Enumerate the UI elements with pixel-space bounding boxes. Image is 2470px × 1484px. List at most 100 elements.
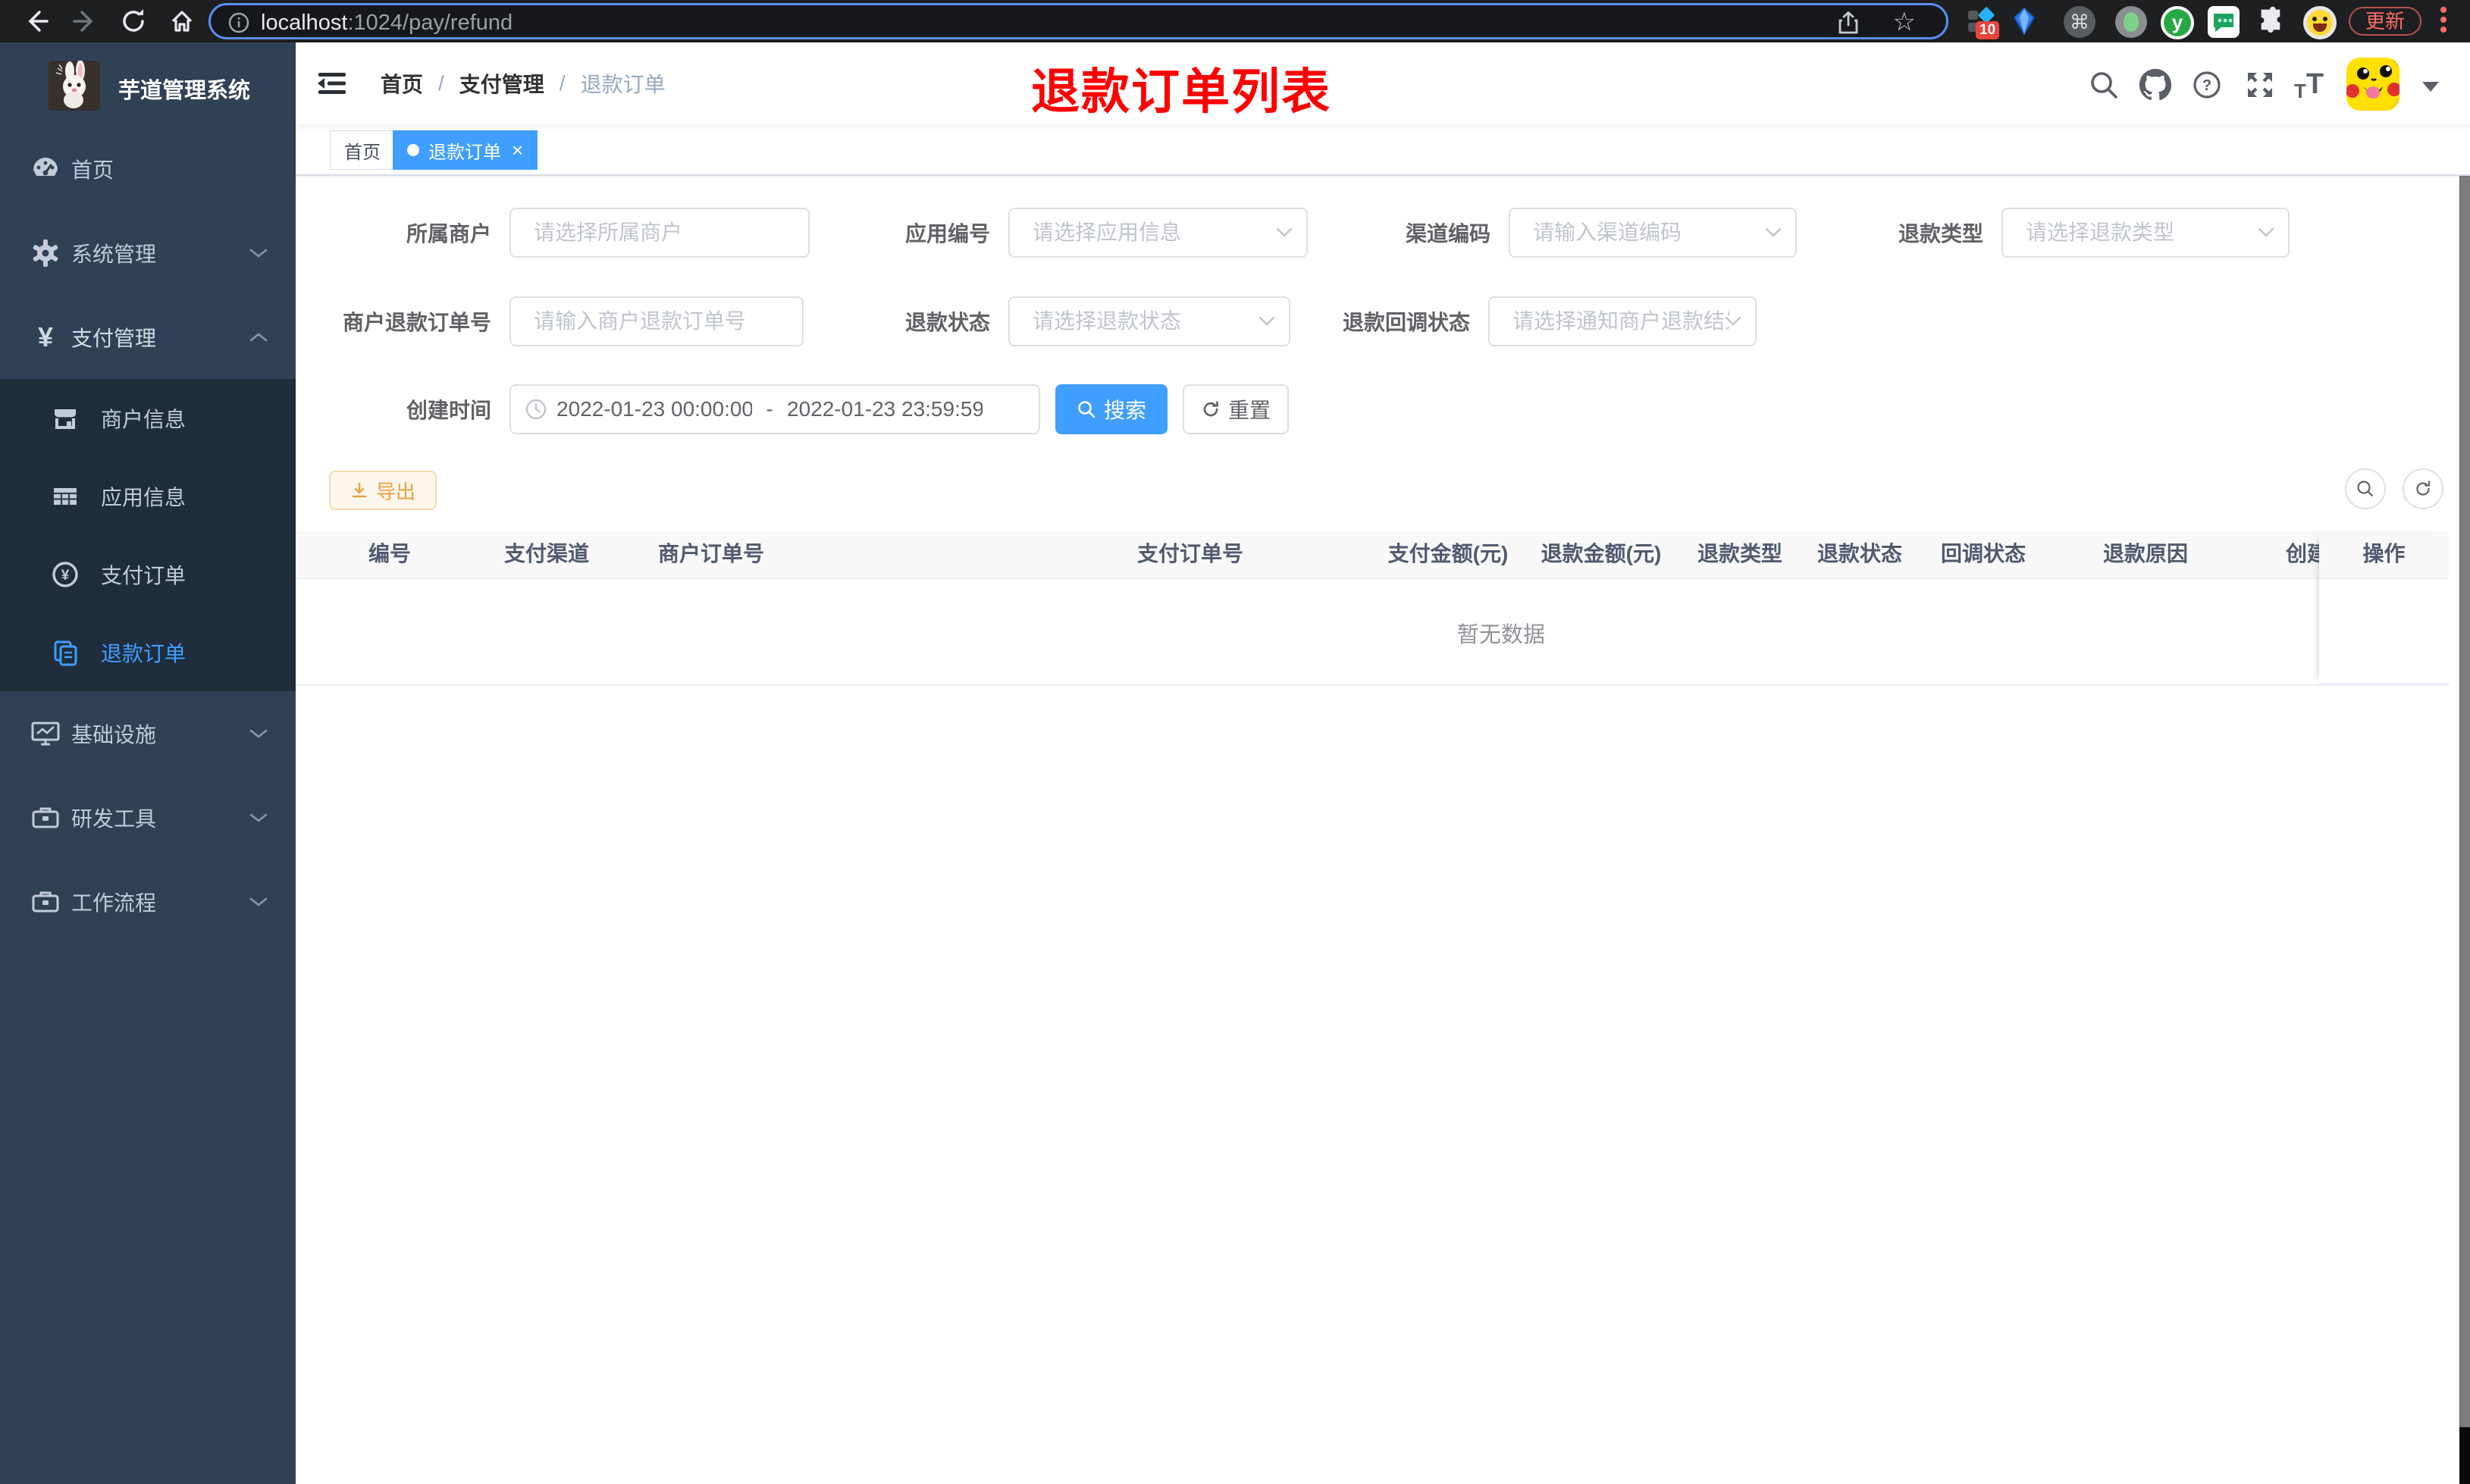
notify-status-select[interactable] [1488,296,1757,346]
sidebar-item-devtools[interactable]: 研发工具 [0,775,296,859]
help-icon[interactable]: ? [2190,68,2224,102]
extensions-puzzle-icon[interactable] [2255,6,2285,36]
extension-badge: 10 [1976,21,2000,39]
clock-icon [525,398,547,421]
sidebar-item-label: 退款订单 [101,641,187,665]
filter-label: 退款状态 [904,311,990,334]
sidebar-item-workflow[interactable]: 工作流程 [0,859,296,944]
extension-y-icon[interactable]: y [2161,6,2194,39]
user-avatar[interactable] [2346,58,2399,111]
tag-refund-order[interactable]: 退款订单 × [393,130,538,170]
merchant-refund-no-input[interactable] [509,296,804,346]
url-text[interactable]: localhost:1024/pay/refund [261,11,512,36]
avatar-caret-icon[interactable] [2422,82,2439,92]
chevron-down-icon [249,728,268,740]
filter-label: 渠道编码 [1405,222,1490,246]
page-scrollbar[interactable] [2459,42,2470,1427]
reset-button[interactable]: 重置 [1183,384,1289,434]
app-select-field[interactable] [1010,209,1306,256]
tag-label: 首页 [344,142,381,163]
sidebar-item-refund-order[interactable]: 退款订单 [0,613,296,691]
app-select[interactable] [1008,208,1308,258]
yen-icon: ¥ [37,321,54,352]
col-header: 退款原因 [2102,542,2189,565]
search-icon [1077,399,1096,419]
filter-refund-status: 退款状态 [892,296,1290,346]
search-button[interactable]: 搜索 [1055,384,1168,434]
github-icon[interactable] [2139,68,2172,102]
sidebar-item-merchant-info[interactable]: 商户信息 [0,379,296,457]
sidebar-item-infra[interactable]: 基础设施 [0,691,296,775]
sidebar-collapse-icon[interactable] [315,67,349,100]
tag-close-icon[interactable]: × [512,140,523,160]
yen-circle-icon: ¥ [50,559,80,590]
font-size-icon[interactable]: TT [2294,68,2327,102]
refund-type-field[interactable] [2003,209,2288,256]
dashboard-icon [29,152,62,186]
svg-text:?: ? [2202,77,2211,94]
refresh-list-button[interactable] [2403,468,2443,509]
notify-status-field[interactable] [1490,298,1755,345]
address-bar[interactable]: localhost:1024/pay/refund ☆ [208,3,1948,39]
fullscreen-icon[interactable] [2243,68,2277,102]
refund-type-select[interactable] [2001,208,2290,258]
channel-code-select[interactable] [1509,208,1797,258]
svg-text:¥: ¥ [61,568,70,584]
refresh-icon [1201,399,1221,419]
sidebar-item-label: 工作流程 [71,891,157,915]
sidebar-item-app-info[interactable]: 应用信息 [0,457,296,535]
col-header: 编号 [368,542,412,565]
filter-channel-code: 渠道编码 [1392,208,1797,258]
date-end-value[interactable]: 2022-01-23 23:59:59 [787,397,983,421]
sidebar-menu-bottom: 基础设施 研发工具 工作流程 [0,691,296,944]
extension-tab-manager-icon[interactable]: 10 [1965,6,2000,39]
chevron-down-icon [249,812,268,824]
shop-icon [50,403,80,434]
header-search-icon[interactable] [2087,68,2121,102]
tag-home[interactable]: 首页 [330,130,395,170]
filter-merchant-refund-no: 商户退款订单号 [328,296,804,346]
browser-reload-icon[interactable] [118,6,149,36]
channel-code-field[interactable] [1510,209,1795,256]
profile-avatar-icon[interactable] [2303,6,2337,39]
share-icon[interactable] [1835,10,1861,36]
show-search-toggle-button[interactable] [2345,468,2386,509]
refund-status-field[interactable] [1010,298,1289,345]
sidebar-item-pay-order[interactable]: ¥ 支付订单 [0,535,296,613]
empty-text: 暂无数据 [1456,622,1546,647]
export-button[interactable]: 导出 [329,471,437,510]
browser-toolbar: localhost:1024/pay/refund ☆ 10 ⌘ y 更新 • •… [0,0,2470,42]
merchant-input[interactable] [509,208,810,258]
breadcrumb: 首页 / 支付管理 / 退款订单 [381,42,666,124]
sidebar-item-home[interactable]: 首页 [0,127,296,211]
bookmark-star-icon[interactable]: ☆ [1893,7,1916,37]
chevron-down-icon [249,896,268,908]
site-info-icon[interactable] [227,11,250,34]
breadcrumb-home[interactable]: 首页 [381,68,423,99]
col-header-action: 操作 [2319,531,2449,579]
date-start-value[interactable]: 2022-01-23 00:00:00 [556,397,752,421]
search-button-label: 搜索 [1103,399,1146,422]
browser-update-button[interactable]: 更新 [2349,7,2421,36]
fixed-action-cell [2319,579,2449,684]
sidebar-logo-row[interactable]: 芋道管理系统 [0,61,296,114]
sidebar-item-label: 系统管理 [71,242,157,266]
create-time-range-picker[interactable]: 2022-01-23 00:00:00 - 2022-01-23 23:59:5… [509,384,1040,434]
browser-home-icon[interactable] [167,6,197,36]
sidebar-item-label: 研发工具 [71,806,157,831]
extension-command-icon[interactable]: ⌘ [2064,6,2095,38]
merchant-refund-no-field[interactable] [511,298,802,345]
extension-dot-icon[interactable] [2115,6,2147,38]
extension-chat-icon[interactable] [2208,6,2240,38]
filter-label: 创建时间 [406,399,491,422]
sidebar-item-system[interactable]: 系统管理 [0,211,296,295]
merchant-input-field[interactable] [511,209,808,256]
app-logo-rabbit [49,61,100,111]
browser-forward-icon[interactable] [70,6,100,36]
extension-gem-icon[interactable] [2009,6,2039,36]
breadcrumb-pay[interactable]: 支付管理 [459,68,544,99]
refund-status-select[interactable] [1008,296,1290,346]
browser-back-icon[interactable] [21,6,52,36]
sidebar-item-pay[interactable]: ¥ 支付管理 [0,295,296,379]
browser-menu-icon[interactable]: • • • [2438,0,2449,42]
